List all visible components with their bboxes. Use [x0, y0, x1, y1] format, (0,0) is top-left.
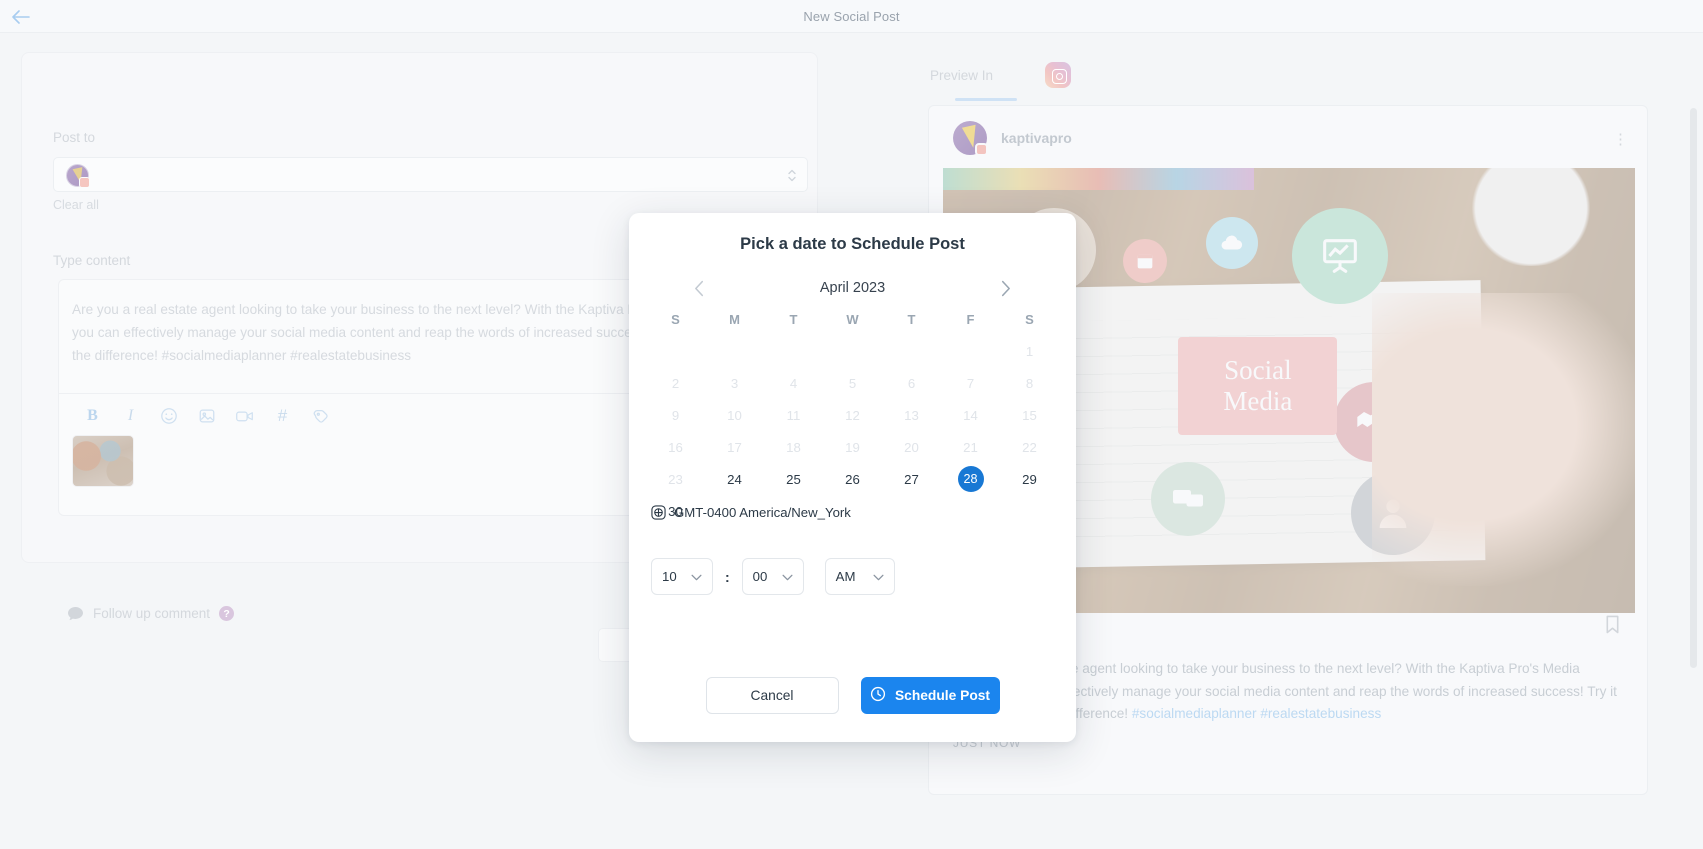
- image-icon[interactable]: [197, 406, 216, 425]
- follow-up-comment-label: Follow up comment: [93, 606, 211, 621]
- calendar-day-25[interactable]: 25: [764, 463, 823, 495]
- calendar-day-28[interactable]: 28: [941, 463, 1000, 495]
- calendar-day-15: 15: [1022, 407, 1037, 423]
- chevron-down-icon: [782, 569, 793, 584]
- schedule-post-button[interactable]: Schedule Post: [860, 677, 1000, 714]
- calendar-day-20: 20: [904, 439, 919, 455]
- chevron-right-icon[interactable]: [996, 278, 1016, 298]
- calendar-day-selected-marker: 28: [957, 466, 984, 492]
- calendar-day-6: 6: [907, 375, 916, 391]
- more-options-icon[interactable]: ⋮: [1613, 130, 1629, 148]
- hour-value: 10: [662, 569, 677, 584]
- calendar-day-14: 14: [963, 407, 978, 423]
- calendar-day-4: 4: [789, 375, 798, 391]
- modal-title: Pick a date to Schedule Post: [740, 235, 965, 253]
- calendar-day-16: 16: [668, 439, 683, 455]
- calendar-day-29[interactable]: 29: [1000, 463, 1059, 495]
- thumbnail-image: [73, 436, 133, 486]
- instagram-badge-icon: [79, 177, 90, 188]
- calendar-day-26[interactable]: 26: [823, 463, 882, 495]
- avatar: [953, 121, 988, 156]
- calendar-day-1: 1: [1025, 343, 1034, 359]
- calendar-dow-1: M: [729, 311, 740, 327]
- calendar-day-11: 11: [786, 407, 801, 423]
- meridiem-select[interactable]: AM: [824, 558, 895, 595]
- post-to-label: Post to: [53, 130, 96, 145]
- tab-instagram[interactable]: [1045, 62, 1072, 88]
- post-to-select[interactable]: [53, 157, 808, 192]
- instagram-badge-icon: [975, 143, 988, 156]
- calendar-month-label: April 2023: [819, 280, 886, 296]
- comment-bubble-icon: [67, 606, 84, 621]
- preview-header: Preview In: [930, 62, 1072, 88]
- schedule-date-modal: Pick a date to Schedule Post April 2023 …: [629, 213, 1076, 742]
- calendar-day-12: 12: [845, 407, 860, 423]
- modal-actions: Cancel Schedule Post: [629, 677, 1076, 714]
- calendar-day-19: 19: [845, 439, 860, 455]
- calendar-day-24[interactable]: 24: [705, 463, 764, 495]
- follow-up-comment-row[interactable]: Follow up comment ?: [67, 606, 235, 621]
- post-header: kaptivapro ⋮: [929, 106, 1647, 168]
- active-tab-indicator: [955, 98, 1017, 101]
- chevron-left-icon[interactable]: [689, 278, 709, 298]
- calendar-dow-2: T: [789, 311, 798, 327]
- clear-all-button[interactable]: Clear all: [53, 198, 99, 212]
- calendar-grid: S M T W T F S 1 2 3 4 5 6 7 8 9 10 11 12 13 14 15 16 17 18 19 20 21…: [646, 303, 1059, 527]
- calendar-day-10: 10: [727, 407, 742, 423]
- tag-icon[interactable]: [311, 406, 330, 425]
- preview-in-label: Preview In: [930, 67, 994, 83]
- page-title: New Social Post: [803, 8, 900, 24]
- emoji-icon[interactable]: [159, 406, 178, 425]
- post-username: kaptivapro: [1001, 130, 1072, 146]
- calendar-day-8: 8: [1025, 375, 1034, 391]
- app-root: New Social Post Post to Clear all Type c…: [0, 0, 1703, 849]
- calendar-day-2: 2: [671, 375, 680, 391]
- calendar-dow-5: F: [966, 311, 975, 327]
- calendar-dow-4: T: [907, 311, 916, 327]
- globe-icon: [651, 505, 666, 520]
- calendar-day-21: 21: [963, 439, 978, 455]
- cancel-button[interactable]: Cancel: [705, 677, 839, 714]
- help-icon[interactable]: ?: [219, 606, 235, 621]
- calendar-dow-6: S: [1025, 311, 1034, 327]
- calendar-day-17: 17: [727, 439, 742, 455]
- chevron-down-icon: [873, 569, 884, 584]
- bold-icon[interactable]: B: [83, 406, 102, 425]
- calendar-day-5: 5: [848, 375, 857, 391]
- hashtag-icon[interactable]: #: [273, 406, 292, 425]
- clock-icon: [870, 686, 886, 705]
- calendar-nav: April 2023: [689, 275, 1016, 301]
- preview-scrollbar[interactable]: [1690, 108, 1697, 668]
- calendar-dow-3: W: [846, 311, 859, 327]
- avatar: [66, 164, 90, 188]
- post-caption-hashtags: #socialmediaplanner #realestatebusiness: [1131, 706, 1382, 721]
- calendar-day-22: 22: [1022, 439, 1037, 455]
- meridiem-value: AM: [835, 569, 856, 584]
- chevron-down-icon: [691, 569, 702, 584]
- top-bar: New Social Post: [0, 0, 1703, 33]
- bookmark-icon[interactable]: [1604, 614, 1621, 640]
- time-picker-row: 10 : 00 AM: [651, 558, 895, 595]
- calendar-day-7: 7: [966, 375, 975, 391]
- minute-value: 00: [752, 569, 768, 584]
- timezone-row: GMT-0400 America/New_York: [651, 505, 851, 520]
- italic-icon[interactable]: I: [121, 406, 140, 425]
- time-separator: :: [725, 568, 730, 585]
- chevron-updown-icon[interactable]: [787, 167, 797, 184]
- schedule-post-label: Schedule Post: [894, 688, 991, 703]
- type-content-label: Type content: [53, 253, 131, 268]
- calendar-day-23: 23: [668, 471, 683, 487]
- attachment-thumbnail[interactable]: [72, 435, 134, 487]
- calendar-day-13: 13: [904, 407, 919, 423]
- timezone-label: GMT-0400 America/New_York: [674, 505, 851, 520]
- minute-select[interactable]: 00: [741, 558, 804, 595]
- hour-select[interactable]: 10: [651, 558, 713, 595]
- video-icon[interactable]: [235, 406, 254, 425]
- calendar-day-18: 18: [786, 439, 801, 455]
- calendar-day-3: 3: [730, 375, 739, 391]
- calendar-day-27[interactable]: 27: [882, 463, 941, 495]
- calendar-dow-0: S: [671, 311, 680, 327]
- calendar-day-9: 9: [671, 407, 680, 423]
- format-toolbar: B I #: [83, 406, 330, 425]
